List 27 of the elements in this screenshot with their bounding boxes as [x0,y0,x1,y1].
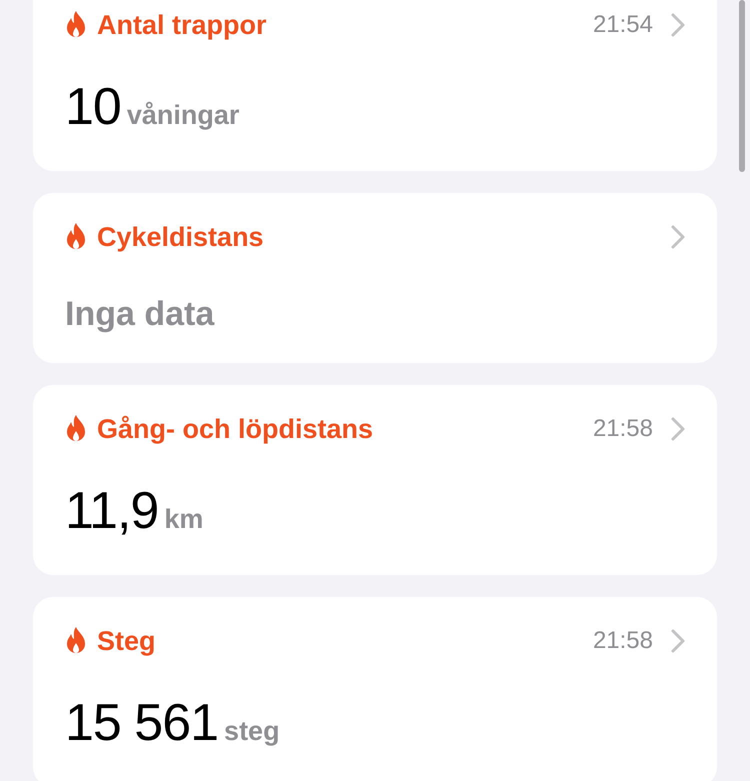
unit: km [164,503,204,536]
chevron-right-icon[interactable] [671,13,685,37]
value: 11,9 [65,485,158,537]
timestamp: 21:58 [592,414,653,444]
flame-icon [65,11,87,39]
card-title: Gång- och löpdistans [97,412,374,446]
no-data-text: Inga data [65,294,214,335]
timestamp: 21:54 [592,10,653,40]
scroll-bar[interactable] [739,0,745,172]
health-card[interactable]: Steg 21:58 15 561 steg [33,597,717,781]
chevron-right-icon[interactable] [671,225,685,249]
value: 10 [65,81,121,133]
value: 15 561 [65,697,218,749]
unit: steg [224,715,280,748]
card-title: Cykeldistans [97,220,264,254]
card-title: Antal trappor [97,8,267,42]
chevron-right-icon[interactable] [671,417,685,441]
unit: våningar [126,99,240,132]
health-card[interactable]: Cykeldistans Inga data [33,193,717,363]
health-card[interactable]: Gång- och löpdistans 21:58 11,9 km [33,385,717,575]
flame-icon [65,415,87,443]
card-title: Steg [97,624,156,658]
chevron-right-icon[interactable] [671,629,685,653]
timestamp: 21:58 [592,626,653,656]
flame-icon [65,627,87,655]
flame-icon [65,223,87,251]
health-card[interactable]: Antal trappor 21:54 10 våningar [33,0,717,171]
